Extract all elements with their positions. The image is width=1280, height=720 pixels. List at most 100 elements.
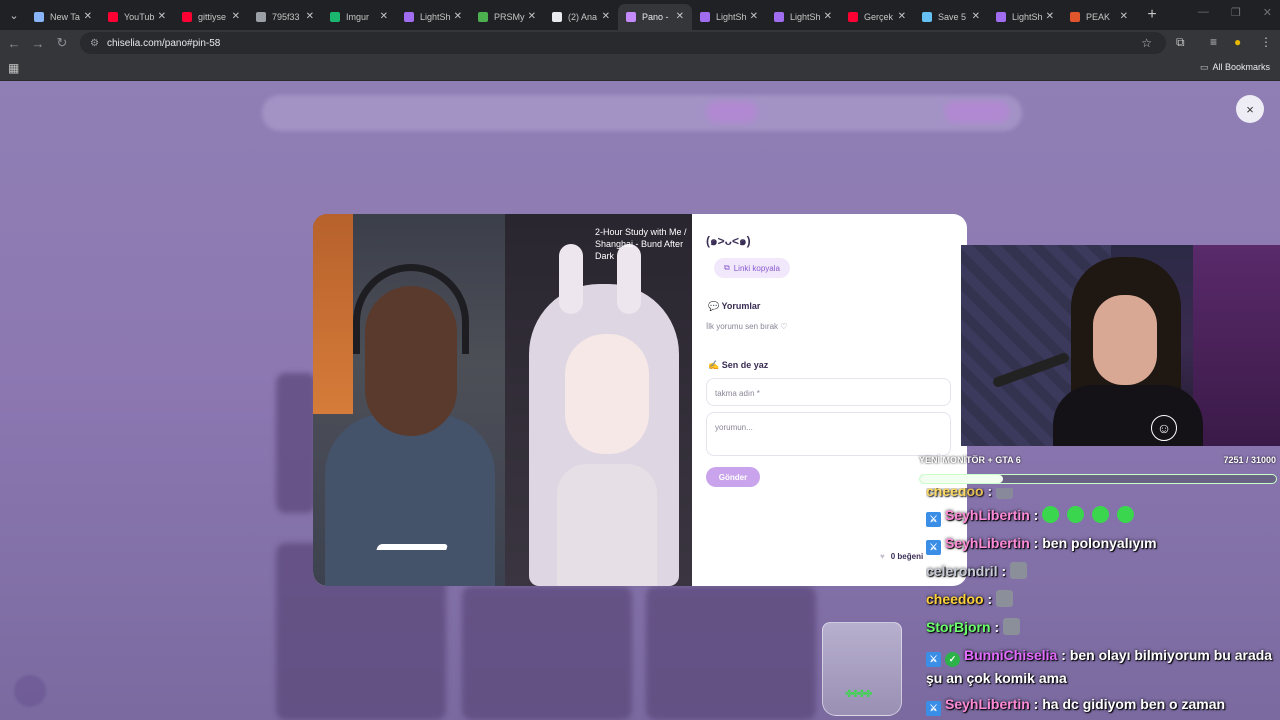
tab-favicon-icon [256,12,266,22]
media-controls-icon[interactable]: ≡ [1210,35,1217,49]
tab-favicon-icon [626,12,636,22]
tab-close-icon[interactable]: ✕ [84,11,92,22]
chat-text: ben polonyalıyım [1042,535,1157,551]
chat-username: StorBjorn [926,619,991,635]
back-icon[interactable]: ← [2,36,26,51]
address-bar[interactable]: ⚙ chiselia.com/pano#pin-58 ☆ [80,32,1166,54]
browser-tab[interactable]: 795f33 ✕ [248,4,322,30]
tab-title: (2) Ana [568,12,598,22]
chat-emote-icon [1003,618,1021,635]
profile-icon[interactable]: ● [1234,35,1241,49]
tab-close-icon[interactable]: ✕ [972,11,980,22]
browser-tab[interactable]: (2) Ana ✕ [544,4,618,30]
sub-badge-icon: ⚔ [926,540,941,555]
tab-title: YouTub [124,12,155,22]
tab-title: LightSh [790,12,821,22]
tab-favicon-icon [1070,12,1080,22]
chat-emote-icon [996,590,1014,607]
bookmark-star-icon[interactable]: ☆ [1141,36,1152,50]
blurred-card [276,373,316,513]
blurred-nav-pill [706,101,758,123]
tab-favicon-icon [996,12,1006,22]
blurred-card [646,586,816,720]
window-controls: — ❐ ✕ [1198,6,1272,19]
tab-close-icon[interactable]: ✕ [1120,11,1128,22]
toolbar: ← → ↻ ⚙ chiselia.com/pano#pin-58 ☆ ⧉ ≡ ●… [0,30,1280,56]
minimize-icon[interactable]: — [1198,6,1209,19]
tab-close-icon[interactable]: ✕ [602,11,610,22]
tab-title: 795f33 [272,12,300,22]
browser-tab[interactable]: LightSh ✕ [396,4,470,30]
heart-icon[interactable]: ♥ [880,552,885,561]
sub-badge-icon: ⚔ [926,512,941,527]
tab-favicon-icon [182,12,192,22]
folder-icon: ▭ [1199,62,1209,72]
all-bookmarks-button[interactable]: ▭ All Bookmarks [1200,62,1270,73]
tab-favicon-icon [478,12,488,22]
browser-tab[interactable]: Save 5 ✕ [914,4,988,30]
tab-favicon-icon [848,12,858,22]
menu-kebab-icon[interactable]: ⋮ [1260,35,1272,49]
tab-title: Gerçek [864,12,894,22]
goal-count: 7251 / 31000 [1223,455,1276,465]
browser-tab[interactable]: PRSMy ✕ [470,4,544,30]
chat-username: cheedoo [926,591,984,607]
browser-tab[interactable]: New Ta ✕ [26,4,100,30]
browser-tab[interactable]: LightSh ✕ [766,4,840,30]
tab-close-icon[interactable]: ✕ [676,11,684,22]
tab-close-icon[interactable]: ✕ [824,11,832,22]
tab-favicon-icon [922,12,932,22]
tab-title: New Ta [50,12,80,22]
modal-close-button[interactable]: × [1236,95,1264,123]
chat-emote-icon [1042,506,1060,523]
pin-title: (๑>ᴗ<๑) [706,234,751,248]
tab-close-icon[interactable]: ✕ [306,11,314,22]
tab-title: Imgur [346,12,370,22]
tab-close-icon[interactable]: ✕ [1046,11,1054,22]
tab-title: Pano - [642,12,669,22]
url-text: chiselia.com/pano#pin-58 [106,37,221,49]
comment-textarea[interactable]: yorumun... [706,412,951,456]
tab-favicon-icon [552,12,562,22]
reload-icon[interactable]: ↻ [50,35,74,51]
site-info-icon[interactable]: ⚙ [90,38,99,49]
browser-tab[interactable]: YouTub ✕ [100,4,174,30]
chat-message: ⚔ SeyhLibertin : ben polonyalıyım [926,532,1280,555]
tab-close-icon[interactable]: ✕ [380,11,388,22]
browser-tab[interactable]: LightSh ✕ [988,4,1062,30]
browser-tab[interactable]: PEAK ✕ [1062,4,1136,30]
send-button[interactable]: Gönder [706,467,760,487]
blurred-floating-button [14,675,46,707]
window-close-icon[interactable]: ✕ [1263,6,1272,19]
tab-search-chevron-icon[interactable]: ⌄ [2,3,26,27]
nickname-field[interactable]: takma adın * [706,378,951,406]
tab-favicon-icon [34,12,44,22]
tab-title: gittiyse [198,12,227,22]
tab-close-icon[interactable]: ✕ [158,11,166,22]
chat-emote-icon [1067,506,1085,523]
chat-username: SeyhLibertin [945,535,1030,551]
tab-close-icon[interactable]: ✕ [232,11,240,22]
browser-tab[interactable]: Pano - ✕ [618,4,692,30]
tab-close-icon[interactable]: ✕ [750,11,758,22]
tab-close-icon[interactable]: ✕ [454,11,462,22]
tab-close-icon[interactable]: ✕ [898,11,906,22]
browser-tab[interactable]: Imgur ✕ [322,4,396,30]
tab-title: LightSh [420,12,451,22]
like-counter[interactable]: ♥ 0 beğeni [880,552,923,561]
tab-close-icon[interactable]: ✕ [528,11,536,22]
extensions-icon[interactable]: ⧉ [1176,35,1185,50]
chat-message: StorBjorn : [926,616,1280,639]
new-tab-button[interactable]: + [1140,6,1164,24]
blurred-nav-pill [944,101,1010,123]
chat-emote-icon [1092,506,1110,523]
apps-grid-icon[interactable]: ▦ [8,61,19,75]
browser-tab[interactable]: gittiyse ✕ [174,4,248,30]
tab-title: Save 5 [938,12,967,22]
forward-icon[interactable]: → [26,36,50,51]
chat-username: SeyhLibertin [945,696,1030,712]
maximize-icon[interactable]: ❐ [1231,6,1241,19]
browser-tab[interactable]: Gerçek ✕ [840,4,914,30]
browser-tab[interactable]: LightSh ✕ [692,4,766,30]
copy-link-button[interactable]: ⧉ Linki kopyala [714,258,790,278]
